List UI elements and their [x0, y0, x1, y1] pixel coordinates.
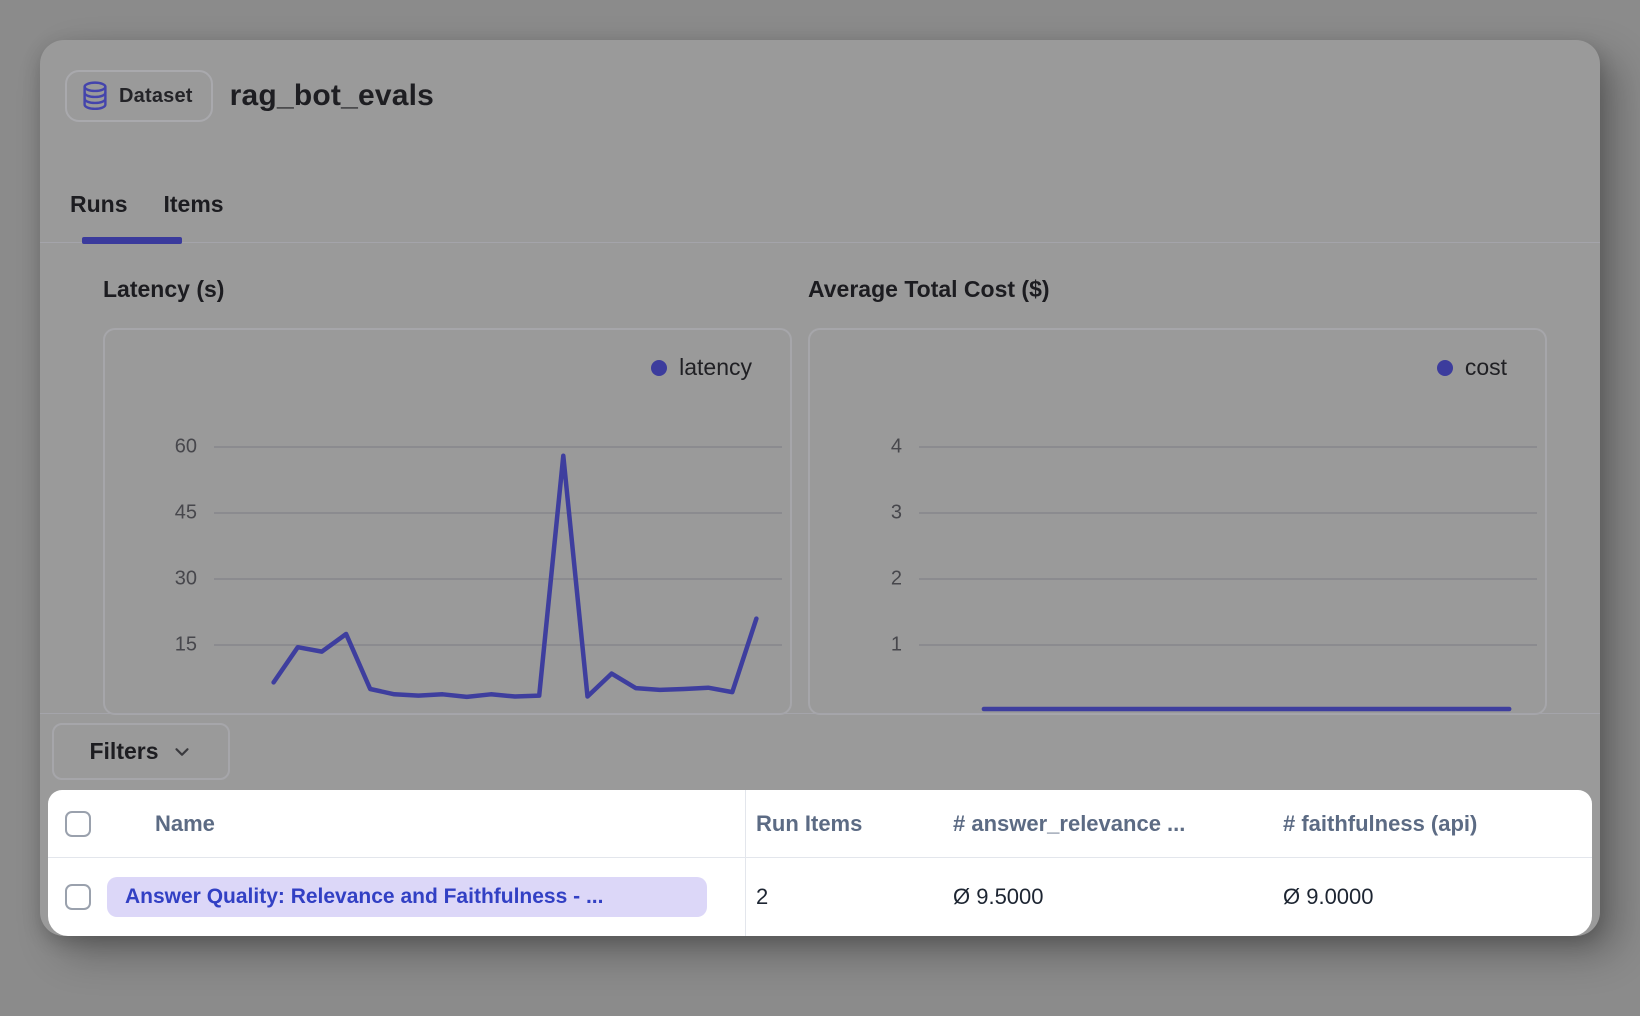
filters-button-label: Filters	[89, 738, 158, 765]
tab-items[interactable]: Items	[164, 191, 224, 242]
chart-canvas: 1 2 3 4	[810, 330, 1545, 713]
latency-chart-title: Latency (s)	[103, 276, 224, 303]
chart-canvas: 15 30 45 60	[105, 330, 790, 713]
row-checkbox[interactable]	[65, 884, 91, 910]
column-header-run-items[interactable]: Run Items	[746, 790, 953, 858]
run-name-link[interactable]: Answer Quality: Relevance and Faithfulne…	[107, 877, 707, 917]
dataset-page-card: Dataset rag_bot_evals Runs Items Latency…	[40, 40, 1600, 936]
svg-text:4: 4	[891, 435, 902, 457]
svg-text:15: 15	[175, 633, 197, 655]
column-header-faithfulness[interactable]: # faithfulness (api)	[1283, 790, 1592, 858]
filters-button[interactable]: Filters	[52, 723, 230, 780]
cost-chart-group: Average Total Cost ($) 1 2 3 4 cost	[808, 243, 1547, 753]
legend-dot-icon	[1437, 360, 1453, 376]
cost-chart-title: Average Total Cost ($)	[808, 276, 1050, 303]
legend-label: cost	[1465, 354, 1507, 381]
svg-text:1: 1	[891, 633, 902, 655]
runs-table: Name Run Items # answer_relevance ... # …	[48, 790, 1592, 936]
row-run-items-cell: 2	[746, 858, 953, 936]
filters-bar: Filters	[40, 713, 1600, 790]
tab-runs[interactable]: Runs	[70, 191, 128, 242]
legend-label: latency	[679, 354, 752, 381]
svg-text:60: 60	[175, 435, 197, 457]
cost-chart: 1 2 3 4 cost	[808, 328, 1547, 715]
row-faithfulness-cell: Ø 9.0000	[1283, 858, 1592, 936]
dataset-badge-label: Dataset	[119, 85, 193, 108]
latency-legend[interactable]: latency	[651, 354, 752, 381]
row-checkbox-cell	[48, 858, 107, 936]
header-checkbox-cell	[48, 790, 107, 858]
latency-chart-group: Latency (s) 15 30 45 60 latency	[103, 243, 792, 753]
svg-text:3: 3	[891, 501, 902, 523]
svg-text:30: 30	[175, 567, 197, 589]
column-header-name[interactable]: Name	[107, 790, 746, 858]
dataset-badge: Dataset	[65, 70, 213, 122]
row-answer-relevance-cell: Ø 9.5000	[953, 858, 1283, 936]
column-header-answer-relevance[interactable]: # answer_relevance ...	[953, 790, 1283, 858]
charts-section: Latency (s) 15 30 45 60 latency Average Tot…	[40, 243, 1600, 753]
svg-text:45: 45	[175, 501, 197, 523]
legend-dot-icon	[651, 360, 667, 376]
page-header: Dataset rag_bot_evals	[65, 60, 434, 132]
svg-text:2: 2	[891, 567, 902, 589]
chevron-down-icon	[171, 741, 193, 763]
cost-legend[interactable]: cost	[1437, 354, 1507, 381]
page-title: rag_bot_evals	[230, 79, 434, 113]
row-name-cell: Answer Quality: Relevance and Faithfulne…	[107, 858, 746, 936]
database-icon	[81, 81, 109, 111]
select-all-checkbox[interactable]	[65, 811, 91, 837]
tab-bar: Runs Items	[40, 145, 1600, 243]
latency-chart: 15 30 45 60 latency	[103, 328, 792, 715]
